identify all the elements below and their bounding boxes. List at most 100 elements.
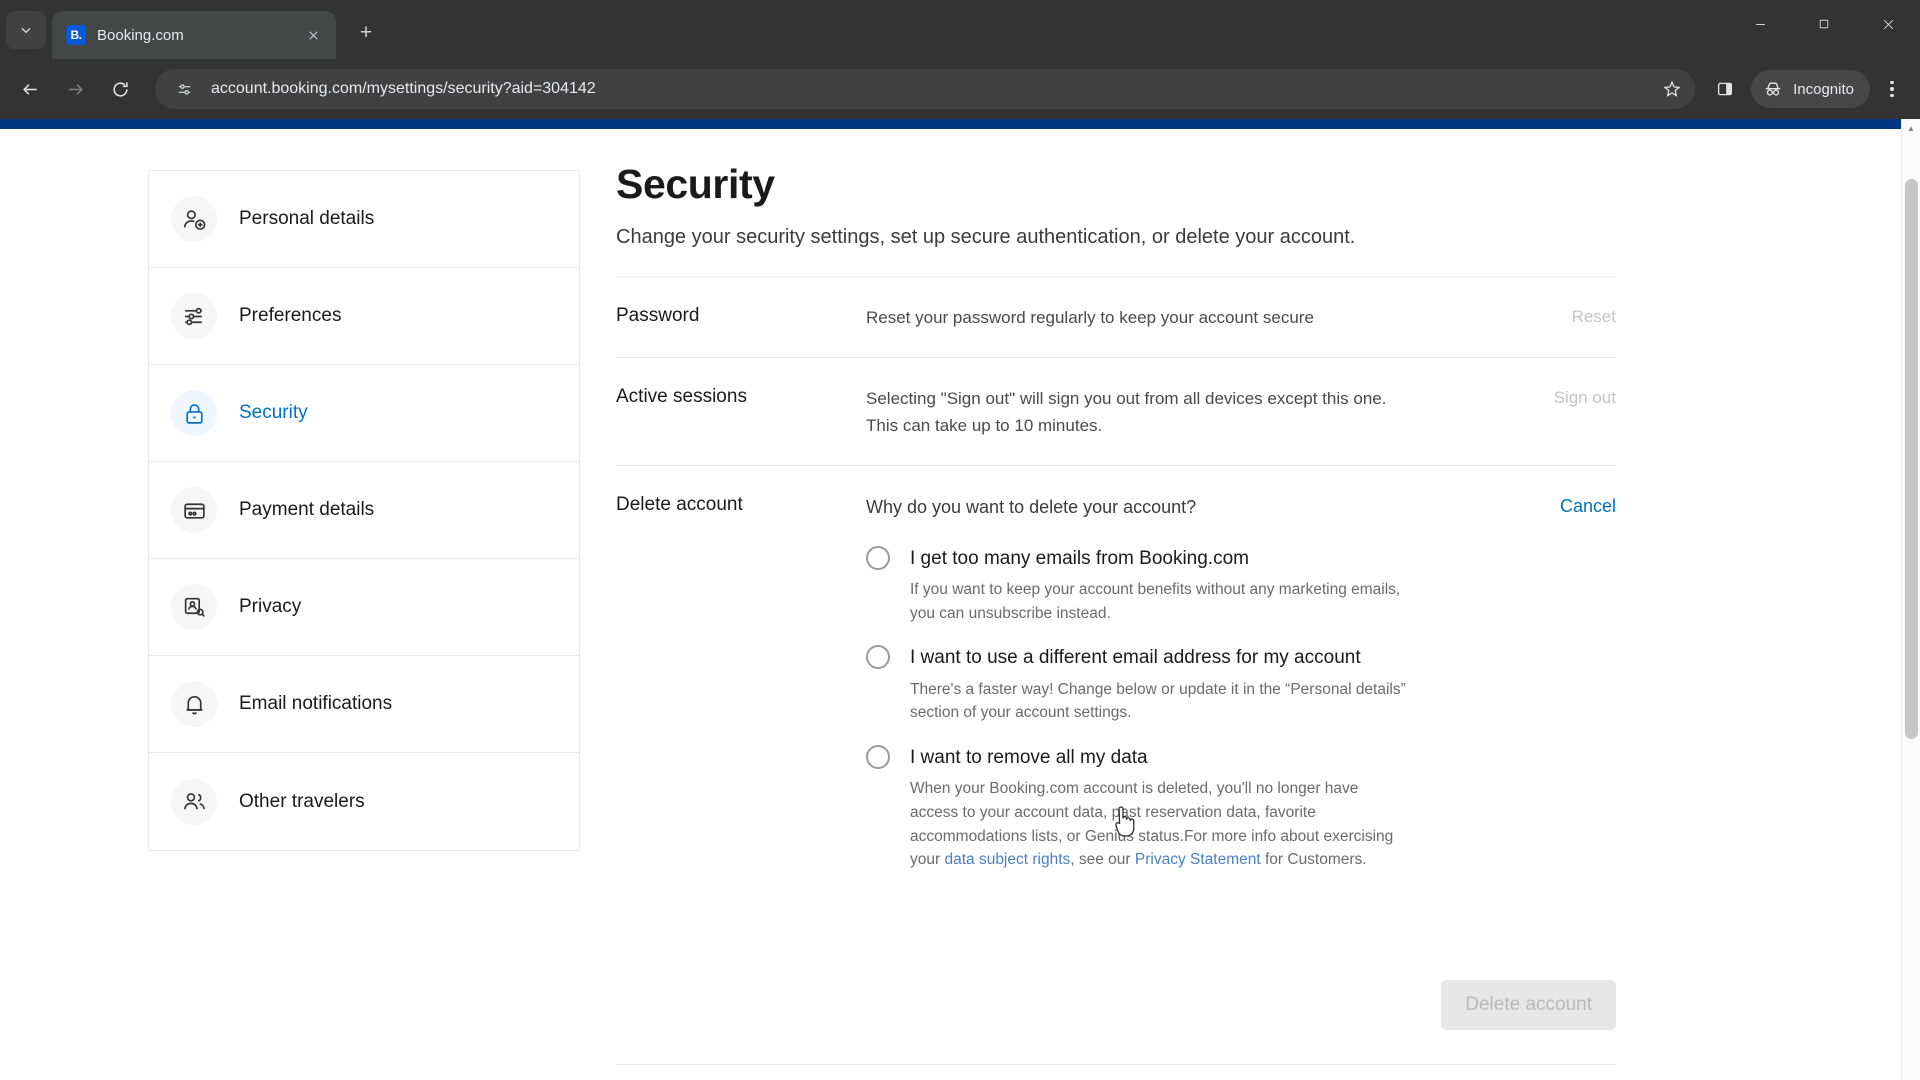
minimize-button[interactable] <box>1728 0 1792 48</box>
option-title: I want to use a different email address … <box>910 647 1361 669</box>
sidebar-item-personal-details[interactable]: Personal details <box>149 171 579 268</box>
arrow-left-icon <box>22 83 37 95</box>
delete-account-row: Delete account Why do you want to delete… <box>616 465 1616 916</box>
page-body: Personal details Preferences Security Pa… <box>0 129 1920 1080</box>
people-icon <box>171 778 217 825</box>
page-subtitle: Change your security settings, set up se… <box>616 226 1356 248</box>
booking-favicon: B. <box>66 25 86 45</box>
delete-reason-option[interactable]: I want to remove all my data When your B… <box>866 743 1406 872</box>
credit-card-icon <box>171 487 217 533</box>
radio-button-remove-all-data[interactable] <box>866 744 890 769</box>
privacy-id-icon <box>171 584 217 630</box>
data-subject-rights-link[interactable]: data subject rights <box>944 851 1070 868</box>
sliders-icon <box>171 293 217 339</box>
footer-actions: Delete account <box>616 979 1616 1030</box>
maximize-icon <box>1819 19 1829 29</box>
menu-dot <box>1890 80 1894 85</box>
maximize-button[interactable] <box>1792 0 1856 48</box>
active-sessions-row: Active sessions Selecting "Sign out" wil… <box>616 357 1616 465</box>
sidebar-item-privacy[interactable]: Privacy <box>149 559 579 656</box>
address-bar[interactable]: account.booking.com/mysettings/security?… <box>155 69 1696 109</box>
toolbar-right-actions: Incognito <box>1703 69 1910 109</box>
bookmark-star-button[interactable] <box>1655 72 1689 106</box>
plus-icon: + <box>359 21 373 44</box>
sign-out-button[interactable]: Sign out <box>1554 388 1616 407</box>
bottom-divider <box>616 1063 1616 1065</box>
scrollbar-thumb[interactable] <box>1905 179 1918 739</box>
option-text: I get too many emails from Booking.com I… <box>910 544 1406 626</box>
new-tab-button[interactable]: + <box>348 15 384 51</box>
sidebar-item-security[interactable]: Security <box>149 365 579 462</box>
page-title: Security <box>616 161 775 207</box>
browser-tab[interactable]: B. Booking.com <box>52 11 336 59</box>
incognito-label: Incognito <box>1793 80 1854 98</box>
incognito-indicator[interactable]: Incognito <box>1751 70 1870 108</box>
booking-brand-bar <box>0 119 1920 129</box>
sidebar-item-label: Preferences <box>239 305 342 326</box>
password-description: Reset your password regularly to keep yo… <box>866 308 1314 327</box>
delete-account-action: Cancel <box>1406 494 1616 517</box>
site-settings-icon[interactable] <box>171 76 197 102</box>
delete-reason-option[interactable]: I get too many emails from Booking.com I… <box>866 544 1406 626</box>
radio-button-too-many-emails[interactable] <box>866 545 890 570</box>
reset-password-button[interactable]: Reset <box>1572 307 1616 326</box>
close-icon <box>1883 19 1893 29</box>
cancel-button[interactable]: Cancel <box>1560 496 1616 516</box>
active-sessions-label: Active sessions <box>616 386 747 408</box>
scroll-up-button[interactable]: ▲ <box>1902 119 1920 138</box>
option-description-part2: , see our <box>1070 851 1135 869</box>
person-add-icon <box>171 196 217 242</box>
sidebar-item-email-notifications[interactable]: Email notifications <box>149 656 579 753</box>
close-window-button[interactable] <box>1856 0 1920 48</box>
option-title: I want to remove all my data <box>910 746 1148 768</box>
sidebar-item-label: Security <box>239 402 308 423</box>
minimize-icon <box>1755 23 1765 25</box>
url-text[interactable]: account.booking.com/mysettings/security?… <box>211 80 1655 98</box>
star-icon <box>1663 80 1681 97</box>
password-label: Password <box>616 305 700 326</box>
tune-icon <box>178 83 190 95</box>
settings-sidebar: Personal details Preferences Security Pa… <box>148 170 580 851</box>
browser-menu-button[interactable] <box>1874 69 1910 109</box>
option-description-part3: for Customers. <box>1260 851 1367 869</box>
privacy-statement-link[interactable]: Privacy Statement <box>1135 851 1261 868</box>
back-button[interactable] <box>10 69 50 109</box>
radio-button-different-email[interactable] <box>866 645 890 670</box>
menu-dot <box>1890 87 1894 91</box>
delete-reason-option[interactable]: I want to use a different email address … <box>866 643 1406 725</box>
sidebar-item-payment-details[interactable]: Payment details <box>149 462 579 559</box>
sidebar-item-label: Payment details <box>239 499 375 520</box>
sidebar-item-other-travelers[interactable]: Other travelers <box>149 753 579 850</box>
side-panel-button[interactable] <box>1705 69 1745 109</box>
browser-toolbar: account.booking.com/mysettings/security?… <box>0 59 1920 119</box>
reload-button[interactable] <box>100 69 140 109</box>
sidebar-item-preferences[interactable]: Preferences <box>149 268 579 365</box>
reload-icon <box>112 81 128 97</box>
password-action: Reset <box>1406 305 1616 327</box>
password-row: Password Reset your password regularly t… <box>616 276 1616 357</box>
active-sessions-action: Sign out <box>1406 386 1616 408</box>
menu-dot <box>1890 93 1894 98</box>
chevron-down-icon <box>21 27 31 34</box>
browser-window: B. Booking.com + account.booking.com/mys… <box>0 0 1920 1080</box>
delete-account-button[interactable]: Delete account <box>1441 979 1616 1030</box>
side-panel-icon <box>1718 82 1733 96</box>
option-description: When your Booking.com account is deleted… <box>910 777 1406 871</box>
tab-search-button[interactable] <box>6 11 46 49</box>
delete-reason-question: Why do you want to delete your account? <box>866 497 1197 518</box>
delete-account-label: Delete account <box>616 494 743 516</box>
option-title: I get too many emails from Booking.com <box>910 547 1249 569</box>
option-description: If you want to keep your account benefit… <box>910 581 1401 622</box>
page-viewport: Personal details Preferences Security Pa… <box>0 119 1920 1080</box>
option-text: I want to remove all my data When your B… <box>910 743 1406 872</box>
option-description: There's a faster way! Change below or up… <box>910 680 1406 722</box>
page-scrollbar[interactable]: ▲ <box>1901 119 1920 1080</box>
tab-title: Booking.com <box>97 26 184 44</box>
close-icon <box>308 30 318 40</box>
close-tab-button[interactable] <box>300 22 326 48</box>
window-controls <box>1728 0 1920 48</box>
active-sessions-description: Selecting "Sign out" will sign you out f… <box>866 389 1387 435</box>
forward-button[interactable] <box>55 69 95 109</box>
lock-icon <box>171 390 217 436</box>
sidebar-item-label: Other travelers <box>239 790 365 812</box>
